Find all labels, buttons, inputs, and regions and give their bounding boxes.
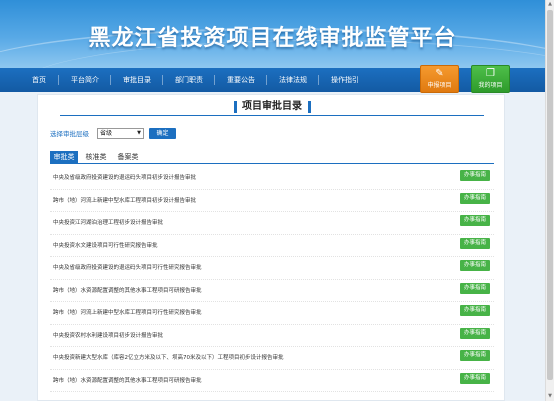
nav-item-home[interactable]: 首页 bbox=[32, 68, 46, 92]
list-item: 中央投资新建大型水库（库容2亿立方米及以下、坝高70米及以下）工程项目初步设计报… bbox=[50, 347, 494, 370]
level-select[interactable]: 省级 ▼ bbox=[97, 128, 144, 139]
vertical-scrollbar[interactable]: ▲ ▼ bbox=[545, 0, 554, 401]
edit-icon: ✎ bbox=[435, 68, 444, 79]
guide-button[interactable]: 办事指南 bbox=[460, 282, 490, 294]
list-item: 跨市（地）水资源配置调整的其他水事工程项目可研报告审批 办事指南 bbox=[50, 280, 494, 302]
level-select-value: 省级 bbox=[100, 130, 113, 137]
list-item: 中央及省级政府投资建设的退运码头项目可行性研究报告审批 办事指南 bbox=[50, 257, 494, 280]
list-item: 中央及省级政府投资建设的退运码头项目初步设计报告审批 办事指南 bbox=[50, 167, 494, 190]
nav-item-intro[interactable]: 平台简介 bbox=[71, 68, 99, 92]
nav-divider bbox=[266, 75, 267, 85]
list-item: 中央投资农村水利建设项目初步设计报告审批 办事指南 bbox=[50, 325, 494, 347]
guide-button[interactable]: 办事指南 bbox=[460, 327, 490, 339]
guide-button[interactable]: 办事指南 bbox=[460, 305, 490, 316]
tab-filing[interactable]: 备案类 bbox=[114, 151, 142, 164]
guide-button[interactable]: 办事指南 bbox=[460, 192, 490, 204]
nav-item-notices[interactable]: 重要公告 bbox=[227, 68, 255, 92]
guide-button[interactable]: 办事指南 bbox=[460, 350, 490, 361]
title-accent-left bbox=[234, 101, 237, 113]
item-title[interactable]: 中央及省级政府投资建设的退运码头项目可行性研究报告审批 bbox=[53, 263, 202, 271]
nav-item-laws[interactable]: 法律法规 bbox=[279, 68, 307, 92]
confirm-button[interactable]: 确定 bbox=[149, 128, 176, 139]
site-title: 黑龙江省投资项目在线审批监管平台 bbox=[88, 26, 457, 51]
nav-item-catalog[interactable]: 审批目录 bbox=[123, 68, 151, 92]
nav-divider bbox=[58, 75, 59, 85]
guide-button[interactable]: 办事指南 bbox=[460, 372, 490, 384]
category-tabs: 审批类 核准类 备案类 bbox=[50, 151, 494, 164]
level-filter: 选择审批层级 省级 ▼ 确定 bbox=[50, 128, 176, 140]
item-title[interactable]: 中央投资农村水利建设项目初步设计报告审批 bbox=[53, 331, 163, 339]
nav-item-guide[interactable]: 操作指引 bbox=[331, 68, 359, 92]
item-title[interactable]: 跨市（地）河流上新建中型水库工程项目初步设计报告审批 bbox=[53, 196, 196, 204]
header-banner: 黑龙江省投资项目在线审批监管平台 bbox=[0, 0, 545, 68]
nav-divider bbox=[110, 75, 111, 85]
list-item: 跨市（地）河流上新建中型水库工程项目初步设计报告审批 办事指南 bbox=[50, 190, 494, 212]
apply-project-button[interactable]: ✎ 申报项目 bbox=[420, 65, 459, 93]
guide-button[interactable]: 办事指南 bbox=[460, 170, 490, 181]
nav-divider bbox=[162, 75, 163, 85]
title-accent-right bbox=[308, 101, 311, 113]
guide-button[interactable]: 办事指南 bbox=[460, 215, 490, 226]
list-item: 中央投资水文建设项目可行性研究报告审批 办事指南 bbox=[50, 235, 494, 257]
nav-item-duties[interactable]: 部门职责 bbox=[175, 68, 203, 92]
item-title[interactable]: 中央投资江河湖泊治理工程初步设计报告审批 bbox=[53, 218, 163, 226]
item-title[interactable]: 中央及省级政府投资建设的退运码头项目初步设计报告审批 bbox=[53, 173, 196, 181]
scrollbar-thumb[interactable] bbox=[547, 10, 553, 380]
panel-title: 项目审批目录 bbox=[232, 99, 312, 115]
tab-verification[interactable]: 核准类 bbox=[82, 151, 110, 164]
nav-divider bbox=[318, 75, 319, 85]
list-item: 中央投资江河湖泊治理工程初步设计报告审批 办事指南 bbox=[50, 212, 494, 235]
guide-button[interactable]: 办事指南 bbox=[460, 260, 490, 271]
item-title[interactable]: 跨市（地）水资源配置调整的其他水事工程项目可研报告审批 bbox=[53, 376, 202, 384]
catalog-panel: 项目审批目录 选择审批层级 省级 ▼ 确定 审批类 核准类 备案类 中央及省级政… bbox=[37, 94, 505, 401]
apply-project-label: 申报项目 bbox=[427, 82, 452, 89]
main-nav: 首页 平台简介 审批目录 部门职责 重要公告 法律法规 操作指引 bbox=[0, 68, 545, 92]
scroll-up-icon[interactable]: ▲ bbox=[546, 0, 554, 9]
item-title[interactable]: 中央投资水文建设项目可行性研究报告审批 bbox=[53, 241, 158, 249]
my-projects-label: 我的项目 bbox=[478, 82, 503, 89]
guide-button[interactable]: 办事指南 bbox=[460, 237, 490, 249]
chevron-down-icon: ▼ bbox=[137, 130, 141, 136]
filter-label: 选择审批层级 bbox=[50, 130, 89, 138]
tab-approval[interactable]: 审批类 bbox=[50, 151, 78, 164]
item-title[interactable]: 跨市（地）河流上新建中型水库工程项目可行性研究报告审批 bbox=[53, 308, 202, 316]
my-projects-button[interactable]: ❐ 我的项目 bbox=[471, 65, 510, 93]
title-rule bbox=[60, 115, 484, 116]
document-icon: ❐ bbox=[486, 68, 495, 79]
list-item: 跨市（地）水资源配置调整的其他水事工程项目可研报告审批 办事指南 bbox=[50, 370, 494, 392]
item-title[interactable]: 中央投资新建大型水库（库容2亿立方米及以下、坝高70米及以下）工程项目初步设计报… bbox=[53, 353, 284, 361]
nav-divider bbox=[214, 75, 215, 85]
list-item: 跨市（地）河流上新建中型水库工程项目可行性研究报告审批 办事指南 bbox=[50, 302, 494, 325]
scroll-down-icon[interactable]: ▼ bbox=[546, 392, 554, 401]
item-title[interactable]: 跨市（地）水资源配置调整的其他水事工程项目可研报告审批 bbox=[53, 286, 202, 294]
